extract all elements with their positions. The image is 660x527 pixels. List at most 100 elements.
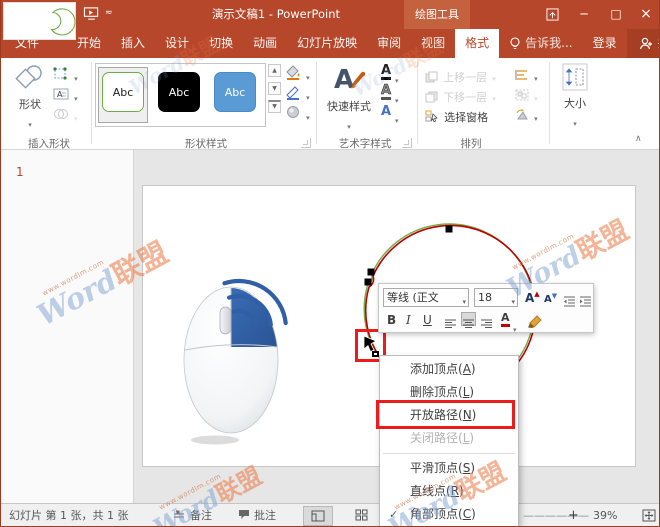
ribbon-display-options-icon[interactable] xyxy=(537,0,567,29)
decrease-font-size-button[interactable]: A▼ xyxy=(544,292,557,305)
font-size-dropdown-icon[interactable]: ▾ xyxy=(511,294,515,307)
align-objects-button[interactable]: ▾ xyxy=(515,66,538,85)
tab-切换[interactable]: 切换 xyxy=(199,29,243,58)
gallery-scroll-down-icon[interactable]: ▼ xyxy=(268,82,281,95)
menu-item-添加顶点[interactable]: 添加顶点(A) xyxy=(380,358,518,381)
increase-indent-icon[interactable] xyxy=(579,292,592,311)
tab-告诉我...[interactable]: 告诉我... xyxy=(499,29,582,58)
quick-styles-dropdown-icon: ▾ xyxy=(347,123,351,131)
group-caption-insert-shapes: 插入形状 xyxy=(9,136,89,151)
tab-幻灯片放映[interactable]: 幻灯片放映 xyxy=(287,29,367,58)
text-effects-button[interactable]: A xyxy=(381,104,391,119)
decrease-indent-icon[interactable] xyxy=(563,292,576,311)
edit-shape-button[interactable]: ▾ xyxy=(53,66,78,85)
shape-styles-dialog-launcher-icon[interactable] xyxy=(301,138,311,148)
zoom-slider[interactable]: —————— xyxy=(523,504,589,527)
tab-审阅[interactable]: 审阅 xyxy=(367,29,411,58)
zoom-percent[interactable]: 39% xyxy=(593,504,617,527)
tab-视图[interactable]: 视图 xyxy=(411,29,455,58)
shape-outline-button[interactable]: ▾ xyxy=(285,85,310,104)
notes-button[interactable]: 备注 xyxy=(190,504,212,527)
text-box-dropdown-icon: ▾ xyxy=(74,95,78,103)
text-fill-button[interactable]: A xyxy=(381,64,391,80)
vertex-context-menu: 添加顶点(A)删除顶点(L)开放路径(N)关闭路径(L) 平滑顶点(S)直线点(R… xyxy=(379,355,519,527)
text-outline-button[interactable]: A xyxy=(381,84,391,100)
shape-style-tile-3[interactable]: Abc xyxy=(214,72,256,112)
shape-style-tile-1[interactable]: Abc xyxy=(102,72,144,112)
align-center-icon[interactable] xyxy=(461,312,476,326)
window-title: 演示文稿1 - PowerPoint xyxy=(161,0,391,29)
text-effects-dropdown-icon: ▾ xyxy=(395,108,399,127)
menu-item-直线点[interactable]: 直线点(R) xyxy=(380,480,518,503)
shape-effects-dropdown-icon: ▾ xyxy=(306,114,310,122)
fit-to-window-icon[interactable] xyxy=(634,506,660,526)
menu-item-开放路径[interactable]: 开放路径(N) xyxy=(380,404,518,427)
font-size-combo[interactable]: 18▾ xyxy=(474,288,518,307)
comments-icon[interactable] xyxy=(238,504,250,527)
check-icon: ✓ xyxy=(389,503,398,526)
svg-text:A: A xyxy=(334,65,354,94)
quick-styles-button[interactable]: A 快速样式 ▾ xyxy=(323,64,375,133)
wordart-quick-styles-icon: A xyxy=(332,64,366,94)
shape-outline-dropdown-icon: ▾ xyxy=(306,94,310,102)
font-color-dropdown-icon[interactable]: ▾ xyxy=(513,317,517,336)
normal-view-button[interactable] xyxy=(303,506,333,526)
close-button[interactable]: × xyxy=(631,0,660,29)
size-button[interactable]: 大小 ▾ xyxy=(555,63,595,130)
zoom-in-button[interactable]: + xyxy=(568,504,579,527)
powerpoint-window: ▾ ≂ 演示文稿1 - PowerPoint 绘图工具 ─ □ × 文件开始插入… xyxy=(0,0,660,527)
menu-item-平滑顶点[interactable]: 平滑顶点(S) xyxy=(380,457,518,480)
selection-pane-button[interactable]: 选择窗格 xyxy=(425,106,488,125)
align-right-icon[interactable] xyxy=(479,312,494,326)
font-name-combo[interactable]: 等线 (正文▾ xyxy=(383,288,469,307)
gallery-more-icon[interactable]: ▼ xyxy=(268,100,281,113)
font-color-button[interactable]: A xyxy=(501,312,510,327)
ribbon-format-tab-content: 形状 ▾ ▾ A ▾ ▾ 插入形状 Abc Abc Abc ▲ ▼ ▼ ▾ xyxy=(1,58,660,150)
menu-item-删除顶点[interactable]: 删除顶点(L) xyxy=(380,381,518,404)
customize-qat-icon[interactable]: ≂ xyxy=(105,8,113,18)
tab-登录[interactable]: 登录 xyxy=(583,29,627,58)
shape-style-tile-2[interactable]: Abc xyxy=(158,72,200,112)
mini-toolbar: 等线 (正文▾ 18▾ A▲ A▼ B I U A ▾ xyxy=(378,283,594,333)
merge-shapes-button: ▾ xyxy=(53,106,78,125)
menu-item-角部顶点[interactable]: ✓角部顶点(C) xyxy=(380,503,518,526)
tab-动画[interactable]: 动画 xyxy=(243,29,287,58)
shapes-button[interactable]: 形状 ▾ xyxy=(11,64,49,130)
size-icon xyxy=(562,63,588,91)
group-caption-wordart: 艺术字样式 xyxy=(326,136,404,151)
format-painter-icon[interactable] xyxy=(527,314,542,333)
svg-text:A: A xyxy=(57,90,63,99)
shape-fill-button[interactable]: ▾ xyxy=(285,65,310,84)
gallery-scroll-up-icon[interactable]: ▲ xyxy=(268,64,281,77)
minimize-button[interactable]: ─ xyxy=(569,0,599,29)
tab-插入[interactable]: 插入 xyxy=(111,29,155,58)
text-fill-dropdown-icon: ▾ xyxy=(395,68,399,87)
slide-sorter-view-button[interactable] xyxy=(346,506,376,526)
edit-shape-dropdown-icon: ▾ xyxy=(74,75,78,83)
status-bar: 幻灯片 第 1 张，共 1 张 备注 批注 —————— + 39% xyxy=(1,503,660,527)
increase-font-size-button[interactable]: A▲ xyxy=(525,290,540,305)
bring-forward-button: 上移一层 ▾ xyxy=(425,66,496,85)
bold-button[interactable]: B xyxy=(387,313,396,327)
menu-item-关闭路径: 关闭路径(L) xyxy=(380,427,518,450)
underline-button[interactable]: U xyxy=(423,313,432,327)
wordart-dialog-launcher-icon[interactable] xyxy=(402,138,412,148)
align-left-icon[interactable] xyxy=(443,312,458,326)
notes-icon[interactable] xyxy=(173,504,185,527)
rotate-objects-button[interactable]: ▾ xyxy=(515,106,538,125)
font-name-dropdown-icon[interactable]: ▾ xyxy=(462,294,466,307)
tab-设计[interactable]: 设计 xyxy=(155,29,199,58)
collapse-ribbon-icon[interactable]: ∧ xyxy=(635,134,642,144)
tab-共享[interactable]: 共享 xyxy=(627,29,660,58)
slide-number: 1 xyxy=(16,165,24,179)
slide-thumbnail[interactable] xyxy=(3,2,76,40)
italic-button[interactable]: I xyxy=(406,313,411,327)
slide-info: 幻灯片 第 1 张，共 1 张 xyxy=(9,504,128,527)
tab-格式[interactable]: 格式 xyxy=(455,29,499,58)
comments-button[interactable]: 批注 xyxy=(254,504,276,527)
text-box-button[interactable]: A ▾ xyxy=(53,86,78,105)
shape-effects-button[interactable]: ▾ xyxy=(285,105,310,124)
start-slideshow-icon[interactable] xyxy=(83,6,101,24)
size-dropdown-icon: ▾ xyxy=(573,120,577,128)
maximize-button[interactable]: □ xyxy=(601,0,631,29)
